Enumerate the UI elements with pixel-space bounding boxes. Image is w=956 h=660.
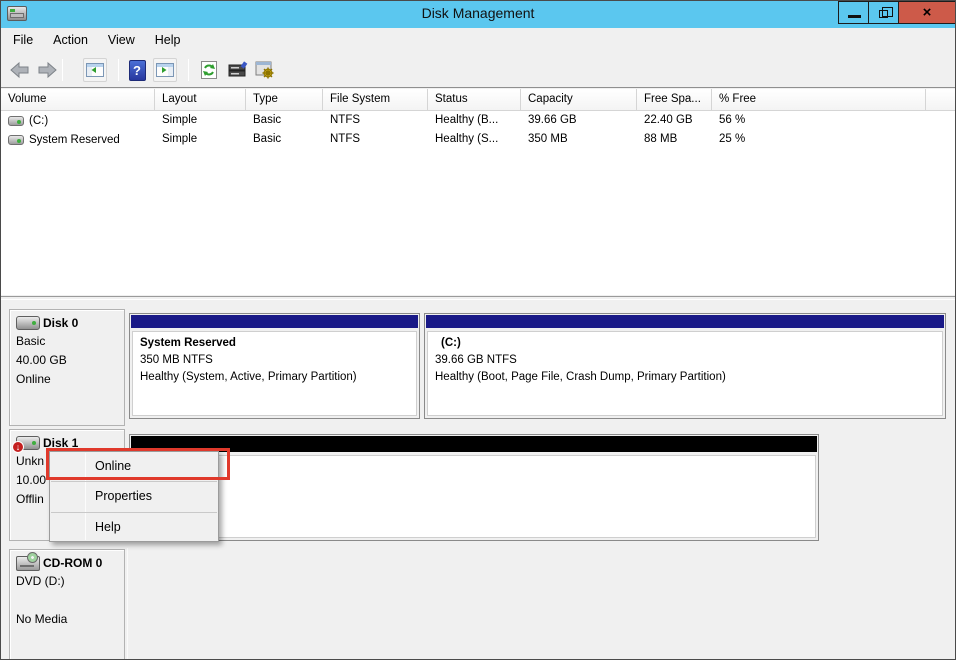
pane-splitter[interactable] <box>1 296 955 300</box>
online-highlight-annotation <box>46 448 230 480</box>
cdrom-drive-letter: DVD (D:) <box>16 572 118 591</box>
col-volume[interactable]: Volume <box>1 89 155 111</box>
menu-view[interactable]: View <box>98 30 145 50</box>
cell-type: Basic <box>246 130 323 149</box>
partition-title: System Reserved <box>140 335 409 352</box>
disk0-size: 40.00 GB <box>16 351 118 370</box>
disk0-status: Online <box>16 370 118 389</box>
disk-icon <box>16 316 40 330</box>
volume-row-c[interactable]: (C:) Simple Basic NTFS Healthy (B... 39.… <box>1 111 955 130</box>
cell-file-system: NTFS <box>323 130 428 149</box>
settings-button[interactable] <box>253 58 277 82</box>
cell-layout: Simple <box>155 130 246 149</box>
refresh-button[interactable] <box>197 58 221 82</box>
disk0-name: Disk 0 <box>43 316 78 330</box>
partition-unallocated[interactable] <box>129 434 819 541</box>
partition-health: Healthy (Boot, Page File, Crash Dump, Pr… <box>435 369 935 386</box>
volume-list: Volume Layout Type File System Status Ca… <box>1 89 955 295</box>
titlebar: Disk Management × <box>1 1 955 28</box>
cell-status: Healthy (S... <box>428 130 521 149</box>
gear-icon <box>255 61 275 79</box>
cell-free-space: 88 MB <box>637 130 712 149</box>
cdrom-card[interactable]: CD-ROM 0 DVD (D:) No Media <box>9 549 125 660</box>
disk-management-window: Disk Management × File Action View Help <box>0 0 956 660</box>
partition-c[interactable]: (C:) 39.66 GB NTFS Healthy (Boot, Page F… <box>424 313 946 419</box>
cdrom-name: CD-ROM 0 <box>43 556 102 570</box>
disk0-type: Basic <box>16 332 118 351</box>
disk0-card[interactable]: Disk 0 Basic 40.00 GB Online <box>9 309 125 426</box>
volume-list-header: Volume Layout Type File System Status Ca… <box>1 89 955 111</box>
close-icon: × <box>923 4 932 21</box>
col-capacity[interactable]: Capacity <box>521 89 637 111</box>
toolbar-separator <box>188 59 189 81</box>
cell-capacity: 39.66 GB <box>521 111 637 130</box>
partition-system-reserved[interactable]: System Reserved 350 MB NTFS Healthy (Sys… <box>129 313 420 419</box>
partition-health: Healthy (System, Active, Primary Partiti… <box>140 369 409 386</box>
disk-icon: ↓ <box>16 436 40 450</box>
offline-badge-icon: ↓ <box>12 441 24 453</box>
rescan-disks-icon <box>228 61 248 79</box>
cell-layout: Simple <box>155 111 246 130</box>
rescan-disks-button[interactable] <box>226 58 250 82</box>
back-arrow-icon <box>9 61 31 79</box>
col-file-system[interactable]: File System <box>323 89 428 111</box>
close-button[interactable]: × <box>898 1 956 24</box>
toolbar-separator <box>62 59 63 81</box>
partition-size: 350 MB NTFS <box>140 352 409 369</box>
col-status[interactable]: Status <box>428 89 521 111</box>
cell-pct-free: 56 % <box>712 111 926 130</box>
col-type[interactable]: Type <box>246 89 323 111</box>
volume-icon <box>8 135 24 145</box>
partition-title: (C:) <box>435 335 935 352</box>
partition-size: 39.66 GB NTFS <box>435 352 935 369</box>
minimize-button[interactable] <box>838 1 869 24</box>
show-action-pane-button[interactable] <box>153 58 177 82</box>
col-filler <box>926 89 955 111</box>
cell-free-space: 22.40 GB <box>637 111 712 130</box>
context-menu-properties[interactable]: Properties <box>50 482 218 511</box>
forward-arrow-icon <box>36 61 58 79</box>
cdrom-media-status: No Media <box>16 610 118 629</box>
minimize-icon <box>848 15 861 18</box>
restore-button[interactable] <box>868 1 899 24</box>
show-console-tree-button[interactable] <box>83 58 107 82</box>
toolbar-separator <box>118 59 119 81</box>
unallocated-stripe <box>131 436 817 452</box>
forward-button[interactable] <box>35 58 59 82</box>
menu-file[interactable]: File <box>3 30 43 50</box>
cell-pct-free: 25 % <box>712 130 926 149</box>
menu-action[interactable]: Action <box>43 30 98 50</box>
cell-capacity: 350 MB <box>521 130 637 149</box>
window-title: Disk Management <box>1 5 955 21</box>
cell-type: Basic <box>246 111 323 130</box>
primary-partition-stripe <box>131 315 418 328</box>
action-pane-icon <box>156 63 174 77</box>
back-button[interactable] <box>8 58 32 82</box>
menu-bar: File Action View Help <box>1 28 955 52</box>
volume-icon <box>8 116 24 126</box>
col-layout[interactable]: Layout <box>155 89 246 111</box>
toolbar: ? <box>1 52 955 88</box>
menu-help[interactable]: Help <box>145 30 191 50</box>
volume-row-system-reserved[interactable]: System Reserved Simple Basic NTFS Health… <box>1 130 955 149</box>
cdrom-icon <box>16 556 40 571</box>
col-pct-free[interactable]: % Free <box>712 89 926 111</box>
cell-file-system: NTFS <box>323 111 428 130</box>
cell-status: Healthy (B... <box>428 111 521 130</box>
volume-name: System Reserved <box>29 134 120 146</box>
volume-name: (C:) <box>29 115 48 127</box>
primary-partition-stripe <box>426 315 944 328</box>
refresh-icon <box>200 60 218 80</box>
help-icon: ? <box>129 60 146 81</box>
col-free-space[interactable]: Free Spa... <box>637 89 712 111</box>
context-menu-help[interactable]: Help <box>50 513 218 542</box>
restore-icon <box>879 10 888 18</box>
console-tree-icon <box>86 63 104 77</box>
help-button[interactable]: ? <box>125 58 149 82</box>
cdrom-row-divider <box>127 548 128 660</box>
spacer <box>16 591 118 610</box>
